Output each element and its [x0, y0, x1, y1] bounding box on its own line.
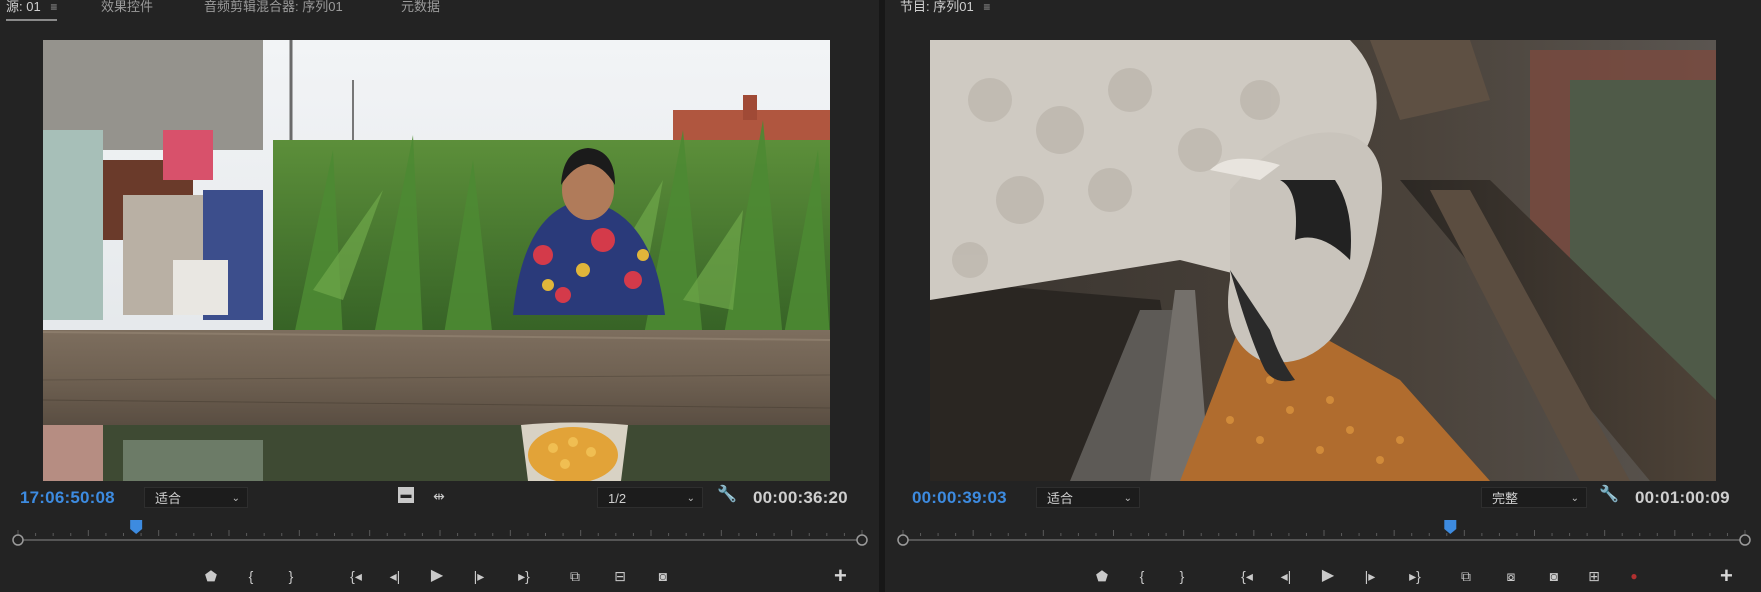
zoom-handle-left[interactable]	[897, 534, 909, 546]
zoom-handle-right[interactable]	[1739, 534, 1751, 546]
program-tabbar: 节目: 序列01 ≡	[885, 0, 1761, 20]
insert-marker-icon[interactable]: ⇹	[428, 487, 450, 505]
export-frame-icon[interactable]: ◙	[652, 565, 674, 587]
source-resolution-select[interactable]: 1/2 ⌄	[597, 487, 703, 508]
go-to-out-icon[interactable]: ▸}	[510, 565, 538, 587]
program-transport-controls: ⬟ { } {◂ ◂| ▶ |▸ ▸} ⧉ ⧇ ◙ ⊞ ●	[1091, 565, 1651, 587]
source-duration-timecode: 00:00:36:20	[753, 488, 848, 507]
step-back-icon[interactable]: ◂|	[1275, 565, 1297, 587]
go-to-in-icon[interactable]: {◂	[342, 565, 370, 587]
tab-source-label: 源: 01	[6, 0, 41, 14]
source-add-button[interactable]: +	[834, 565, 847, 587]
program-duration-timecode: 00:01:00:09	[1635, 488, 1730, 507]
source-transport-controls: ⬟ { } {◂ ◂| ▶ |▸ ▸} ⧉ ⊟ ◙	[200, 565, 680, 587]
settings-square-icon[interactable]: ▬	[398, 487, 414, 503]
extract-icon[interactable]: ⧇	[1498, 565, 1524, 587]
source-tabbar: 源: 01 ≡ 效果控件 音频剪辑混合器: 序列01 元数据	[0, 0, 879, 21]
chevron-down-icon: ⌄	[1123, 493, 1132, 504]
step-forward-icon[interactable]: |▸	[1359, 565, 1381, 587]
mark-out-icon[interactable]: }	[1171, 565, 1193, 587]
tab-metadata[interactable]: 元数据	[401, 0, 440, 18]
program-quality-select[interactable]: 完整 ⌄	[1481, 487, 1587, 508]
tab-program-label: 节目: 序列01	[900, 0, 974, 14]
source-zoom-select[interactable]: 适合 ⌄	[144, 487, 248, 508]
mark-in-icon[interactable]: {	[1131, 565, 1153, 587]
go-to-out-icon[interactable]: ▸}	[1401, 565, 1429, 587]
record-icon[interactable]: ●	[1623, 565, 1645, 587]
tab-audio-clip-mixer[interactable]: 音频剪辑混合器: 序列01	[204, 0, 343, 18]
playhead-marker[interactable]	[130, 520, 143, 534]
program-video-frame[interactable]	[930, 40, 1716, 481]
step-forward-icon[interactable]: |▸	[468, 565, 490, 587]
play-icon[interactable]: ▶	[1317, 565, 1339, 587]
program-monitor-panel: 节目: 序列01 ≡ 00:00:39:03 适合 ⌄ 完整 ⌄ 🔧 00:01…	[885, 0, 1761, 592]
program-current-timecode[interactable]: 00:00:39:03	[912, 488, 1007, 508]
tab-effect-controls[interactable]: 效果控件	[101, 0, 153, 18]
tab-program[interactable]: 节目: 序列01 ≡	[900, 0, 990, 18]
zoom-handle-right[interactable]	[856, 534, 868, 546]
active-tab-underline	[6, 19, 58, 21]
program-quality-value: 完整	[1492, 491, 1519, 506]
tab-source[interactable]: 源: 01 ≡	[6, 0, 58, 21]
chevron-down-icon: ⌄	[1570, 493, 1579, 504]
source-current-timecode[interactable]: 17:06:50:08	[20, 488, 115, 508]
source-video-frame[interactable]	[43, 40, 830, 481]
source-monitor-panel: 源: 01 ≡ 效果控件 音频剪辑混合器: 序列01 元数据 17:06:50:…	[0, 0, 879, 592]
chevron-down-icon: ⌄	[686, 493, 695, 504]
overwrite-icon[interactable]: ⊟	[607, 565, 633, 587]
export-frame-icon[interactable]: ◙	[1543, 565, 1565, 587]
source-resolution-value: 1/2	[608, 491, 627, 506]
source-time-ruler[interactable]	[10, 520, 870, 546]
wrench-icon[interactable]: 🔧	[1599, 486, 1619, 504]
chevron-down-icon: ⌄	[231, 493, 240, 504]
program-zoom-value: 适合	[1047, 491, 1074, 506]
wrench-icon[interactable]: 🔧	[717, 486, 737, 504]
program-time-ruler[interactable]	[895, 520, 1753, 546]
playhead-marker[interactable]	[1444, 520, 1457, 534]
step-back-icon[interactable]: ◂|	[384, 565, 406, 587]
panel-menu-icon[interactable]: ≡	[50, 0, 57, 14]
add-marker-icon[interactable]: ⬟	[1091, 565, 1113, 587]
compare-view-icon[interactable]: ⊞	[1581, 565, 1607, 587]
insert-icon[interactable]: ⧉	[562, 565, 588, 587]
mark-out-icon[interactable]: }	[280, 565, 302, 587]
go-to-in-icon[interactable]: {◂	[1233, 565, 1261, 587]
zoom-handle-left[interactable]	[12, 534, 24, 546]
add-marker-icon[interactable]: ⬟	[200, 565, 222, 587]
play-icon[interactable]: ▶	[426, 565, 448, 587]
program-add-button[interactable]: +	[1720, 565, 1733, 587]
mark-in-icon[interactable]: {	[240, 565, 262, 587]
program-zoom-select[interactable]: 适合 ⌄	[1036, 487, 1140, 508]
panel-menu-icon[interactable]: ≡	[983, 0, 990, 14]
source-zoom-value: 适合	[155, 491, 182, 506]
lift-icon[interactable]: ⧉	[1453, 565, 1479, 587]
